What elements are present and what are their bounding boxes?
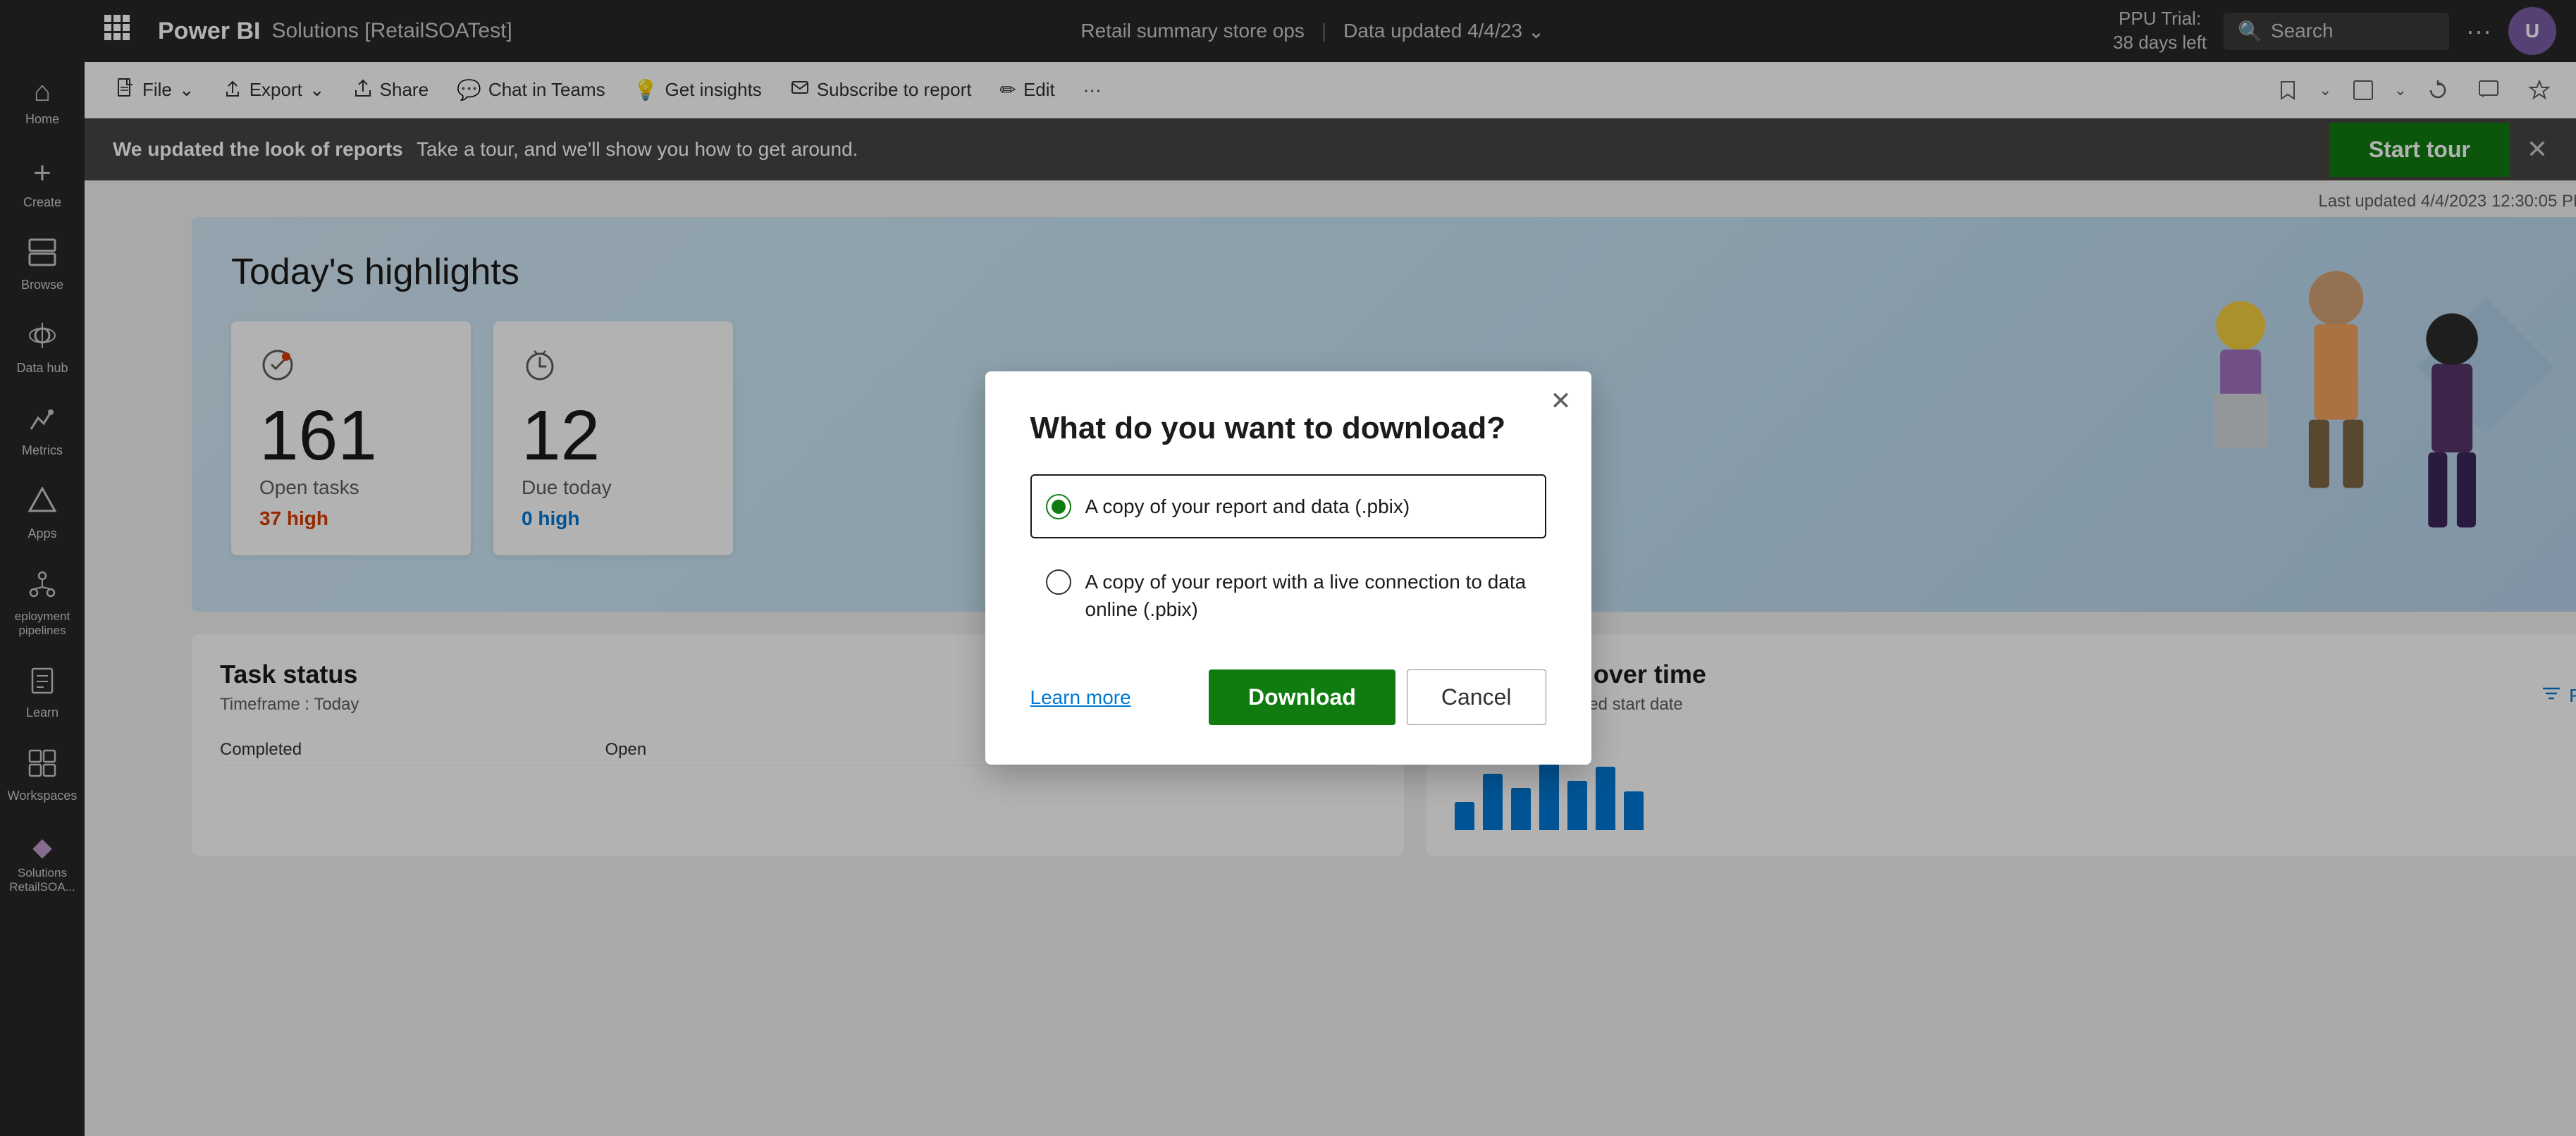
- modal-option-2[interactable]: A copy of your report with a live connec…: [1030, 550, 1546, 641]
- modal-option-2-label: A copy of your report with a live connec…: [1085, 568, 1531, 623]
- modal-buttons: Download Cancel: [1209, 669, 1546, 725]
- download-button[interactable]: Download: [1209, 669, 1395, 725]
- cancel-button[interactable]: Cancel: [1407, 669, 1546, 725]
- modal-overlay: What do you want to download? ✕ A copy o…: [0, 0, 2576, 1136]
- modal-title: What do you want to download?: [1030, 411, 1546, 446]
- modal-option-1[interactable]: A copy of your report and data (.pbix): [1030, 474, 1546, 538]
- radio-inner-1: [1052, 500, 1066, 514]
- modal-close-button[interactable]: ✕: [1550, 388, 1571, 414]
- radio-option-2: [1046, 569, 1071, 595]
- modal-footer: Learn more Download Cancel: [1030, 669, 1546, 725]
- modal-option-1-label: A copy of your report and data (.pbix): [1085, 493, 1410, 520]
- download-modal: What do you want to download? ✕ A copy o…: [985, 371, 1591, 765]
- learn-more-link[interactable]: Learn more: [1030, 686, 1131, 709]
- radio-option-1: [1046, 494, 1071, 519]
